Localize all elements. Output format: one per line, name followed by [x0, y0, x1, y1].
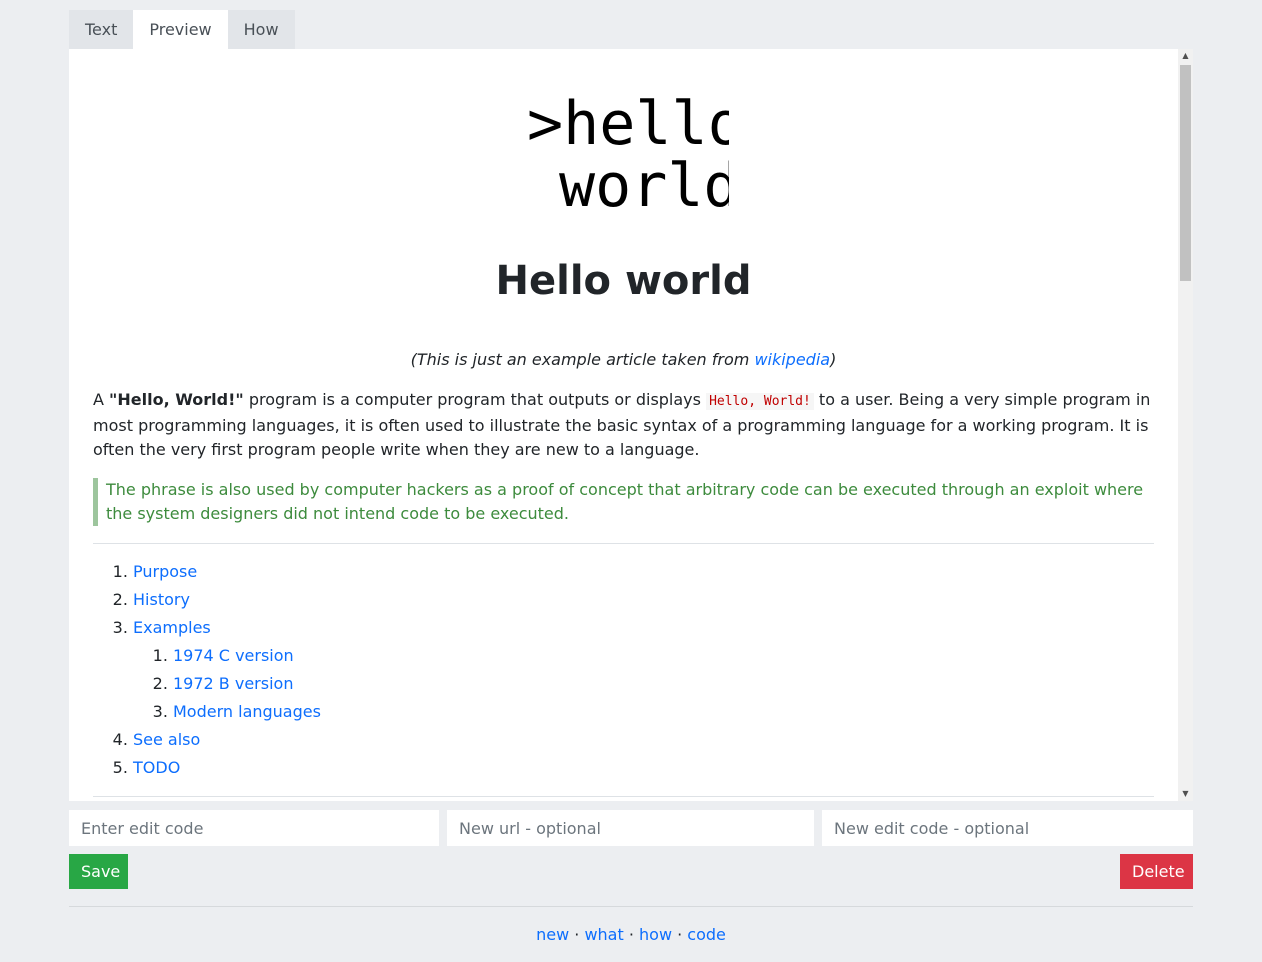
- toc-link-1974-c[interactable]: 1974 C version: [173, 646, 294, 665]
- tab-bar: Text Preview How: [69, 10, 1193, 49]
- wikipedia-link[interactable]: wikipedia: [754, 350, 830, 369]
- intro-text-b: program is a computer program that outpu…: [243, 390, 707, 409]
- logo-line-1: >hello: [527, 89, 729, 159]
- toc-link-history[interactable]: History: [133, 590, 190, 609]
- divider-bottom: [93, 796, 1154, 797]
- new-url-input[interactable]: [447, 810, 814, 846]
- tab-how[interactable]: How: [227, 10, 295, 49]
- toc-item-history: History: [133, 586, 1154, 614]
- toc-item-see-also: See also: [133, 726, 1154, 754]
- logo-line-2: world: [559, 151, 729, 209]
- vertical-scrollbar[interactable]: ▲ ▼: [1178, 49, 1193, 801]
- footer-link-code[interactable]: code: [687, 925, 726, 944]
- toc-link-examples[interactable]: Examples: [133, 618, 211, 637]
- delete-button[interactable]: Delete: [1120, 854, 1193, 889]
- footer-link-what[interactable]: what: [584, 925, 623, 944]
- intro-bold: "Hello, World!": [109, 390, 244, 409]
- table-of-contents: Purpose History Examples 1974 C version …: [93, 558, 1154, 782]
- footer-separator: ·: [623, 925, 640, 944]
- footer-divider: [69, 906, 1193, 907]
- toc-item-modern: Modern languages: [173, 698, 1154, 726]
- toc-item-1972-b: 1972 B version: [173, 670, 1154, 698]
- scroll-up-arrow-icon[interactable]: ▲: [1178, 49, 1193, 63]
- footer-link-new[interactable]: new: [536, 925, 569, 944]
- new-edit-code-input[interactable]: [822, 810, 1193, 846]
- scroll-down-arrow-icon[interactable]: ▼: [1178, 787, 1193, 801]
- preview-content[interactable]: >hello world Hello world (This is just a…: [69, 49, 1178, 801]
- toc-link-modern[interactable]: Modern languages: [173, 702, 321, 721]
- edit-fields: [69, 810, 1193, 846]
- source-note-suffix: ): [830, 350, 837, 369]
- footer-links: new · what · how · code: [69, 924, 1193, 946]
- toc-item-todo: TODO: [133, 754, 1154, 782]
- toc-item-examples: Examples 1974 C version 1972 B version M…: [133, 614, 1154, 726]
- footer-separator: ·: [569, 925, 585, 944]
- toc-sublist-examples: 1974 C version 1972 B version Modern lan…: [133, 642, 1154, 726]
- divider: [93, 543, 1154, 544]
- intro-paragraph: A "Hello, World!" program is a computer …: [93, 388, 1154, 462]
- save-button[interactable]: Save: [69, 854, 128, 889]
- intro-text-a: A: [93, 390, 110, 409]
- tab-text[interactable]: Text: [69, 10, 134, 49]
- scrollbar-thumb[interactable]: [1180, 65, 1191, 281]
- toc-link-1972-b[interactable]: 1972 B version: [173, 674, 293, 693]
- app: Text Preview How >hello world Hello worl…: [69, 10, 1193, 944]
- preview-panel: >hello world Hello world (This is just a…: [69, 49, 1193, 801]
- hello-world-logo: >hello world: [527, 89, 729, 209]
- blockquote: The phrase is also used by computer hack…: [93, 478, 1154, 526]
- toc-item-1974-c: 1974 C version: [173, 642, 1154, 670]
- footer-separator: ·: [672, 925, 688, 944]
- article-title: Hello world: [495, 258, 752, 304]
- edit-code-input[interactable]: [69, 810, 439, 846]
- source-note-prefix: (This is just an example article taken f…: [410, 350, 755, 369]
- toc-link-see-also[interactable]: See also: [133, 730, 200, 749]
- toc-item-purpose: Purpose: [133, 558, 1154, 586]
- tab-preview[interactable]: Preview: [133, 10, 228, 49]
- source-note: (This is just an example article taken f…: [93, 348, 1154, 372]
- footer-link-how[interactable]: how: [639, 925, 672, 944]
- toc-link-todo[interactable]: TODO: [133, 758, 180, 777]
- toc-link-purpose[interactable]: Purpose: [133, 562, 197, 581]
- intro-code: Hello, World!: [706, 393, 814, 410]
